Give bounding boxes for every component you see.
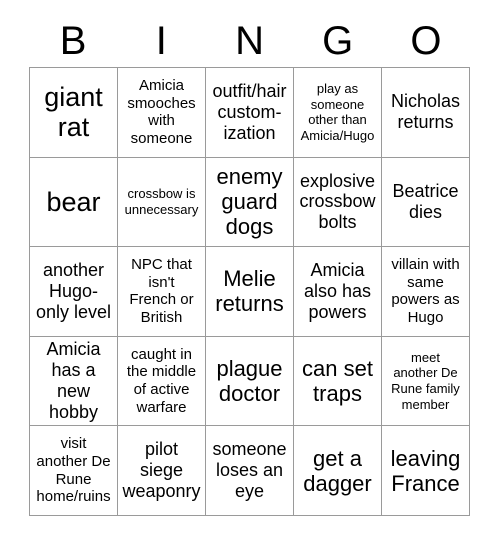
- bingo-cell-label: Nicholas returns: [390, 91, 461, 133]
- bingo-cell[interactable]: can set traps: [294, 336, 382, 427]
- bingo-cell-label: Amicia smooches with someone: [127, 76, 196, 147]
- bingo-cell[interactable]: Amicia smooches with someone: [118, 68, 206, 158]
- bingo-cell[interactable]: explosive crossbow bolts: [294, 157, 382, 248]
- bingo-cell-label: another Hugo- only level: [35, 260, 112, 322]
- bingo-cell-label: play as someone other than Amicia/Hugo: [300, 81, 375, 143]
- header-letter-g: G: [322, 19, 354, 63]
- bingo-cell[interactable]: meet another De Rune family member: [382, 336, 470, 427]
- bingo-cell[interactable]: visit another De Rune home/ruins: [30, 426, 118, 516]
- bingo-cell[interactable]: crossbow is unnecessary: [118, 157, 206, 248]
- bingo-cell-label: Melie returns: [215, 266, 284, 317]
- bingo-cell-label: visit another De Rune home/ruins: [36, 435, 111, 506]
- bingo-cell-label: caught in the middle of active warfare: [126, 345, 197, 416]
- bingo-cell-label: explosive crossbow bolts: [299, 170, 376, 233]
- bingo-cell-label: get a dagger: [303, 445, 372, 496]
- bingo-cell-label: Amicia also has powers: [303, 260, 372, 322]
- bingo-cell[interactable]: plague doctor: [206, 336, 294, 427]
- bingo-cell-label: bear: [46, 186, 101, 217]
- bingo-cell[interactable]: play as someone other than Amicia/Hugo: [294, 68, 382, 158]
- bingo-cell-label: crossbow is unnecessary: [124, 186, 199, 217]
- bingo-cell-label: pilot siege weaponry: [122, 439, 201, 502]
- bingo-cell[interactable]: outfit/hair custom- ization: [206, 68, 294, 158]
- bingo-cell[interactable]: Nicholas returns: [382, 68, 470, 158]
- bingo-cell[interactable]: another Hugo- only level: [30, 247, 118, 337]
- bingo-cell[interactable]: Melie returns: [206, 247, 294, 337]
- bingo-cell[interactable]: Beatrice dies: [382, 157, 470, 248]
- bingo-row: bear crossbow is unnecessary enemy guard…: [30, 157, 470, 248]
- bingo-card: B I N G O giant rat Amicia smooches with…: [0, 0, 500, 544]
- bingo-cell-label: Beatrice dies: [392, 181, 459, 222]
- bingo-cell[interactable]: NPC that isn't French or British: [118, 247, 206, 337]
- bingo-cell[interactable]: enemy guard dogs: [206, 157, 294, 248]
- bingo-cell[interactable]: giant rat: [30, 68, 118, 158]
- bingo-cell-label: someone loses an eye: [212, 439, 287, 502]
- bingo-cell[interactable]: villain with same powers as Hugo: [382, 247, 470, 337]
- bingo-row: giant rat Amicia smooches with someone o…: [30, 68, 470, 158]
- bingo-row: another Hugo- only level NPC that isn't …: [30, 247, 470, 337]
- header-letter-o: O: [410, 19, 442, 63]
- bingo-cell[interactable]: get a dagger: [294, 426, 382, 516]
- bingo-cell-label: enemy guard dogs: [216, 164, 283, 240]
- bingo-cell[interactable]: leaving France: [382, 426, 470, 516]
- bingo-cell[interactable]: Amicia has a new hobby: [30, 336, 118, 427]
- header-letter-b: B: [59, 19, 87, 63]
- bingo-cell[interactable]: bear: [30, 157, 118, 248]
- bingo-cell-label: villain with same powers as Hugo: [391, 256, 460, 327]
- bingo-cell-label: NPC that isn't French or British: [129, 256, 194, 327]
- bingo-row: Amicia has a new hobby caught in the mid…: [30, 336, 470, 427]
- bingo-grid: giant rat Amicia smooches with someone o…: [29, 67, 470, 516]
- bingo-cell-label: can set traps: [302, 356, 373, 407]
- bingo-cell-label: meet another De Rune family member: [391, 349, 460, 412]
- bingo-cell-label: outfit/hair custom- ization: [212, 80, 287, 143]
- bingo-row: visit another De Rune home/ruins pilot s…: [30, 426, 470, 516]
- bingo-cell[interactable]: Amicia also has powers: [294, 247, 382, 337]
- bingo-cell-label: giant rat: [44, 82, 103, 143]
- bingo-cell-label: leaving France: [390, 445, 461, 496]
- bingo-cell[interactable]: someone loses an eye: [206, 426, 294, 516]
- header-letter-n: N: [235, 19, 264, 63]
- bingo-header: B I N G O: [29, 16, 470, 66]
- bingo-cell[interactable]: caught in the middle of active warfare: [118, 336, 206, 427]
- bingo-cell-label: plague doctor: [216, 356, 283, 407]
- header-letter-i: I: [155, 19, 167, 63]
- bingo-cell-label: Amicia has a new hobby: [46, 339, 101, 422]
- bingo-cell[interactable]: pilot siege weaponry: [118, 426, 206, 516]
